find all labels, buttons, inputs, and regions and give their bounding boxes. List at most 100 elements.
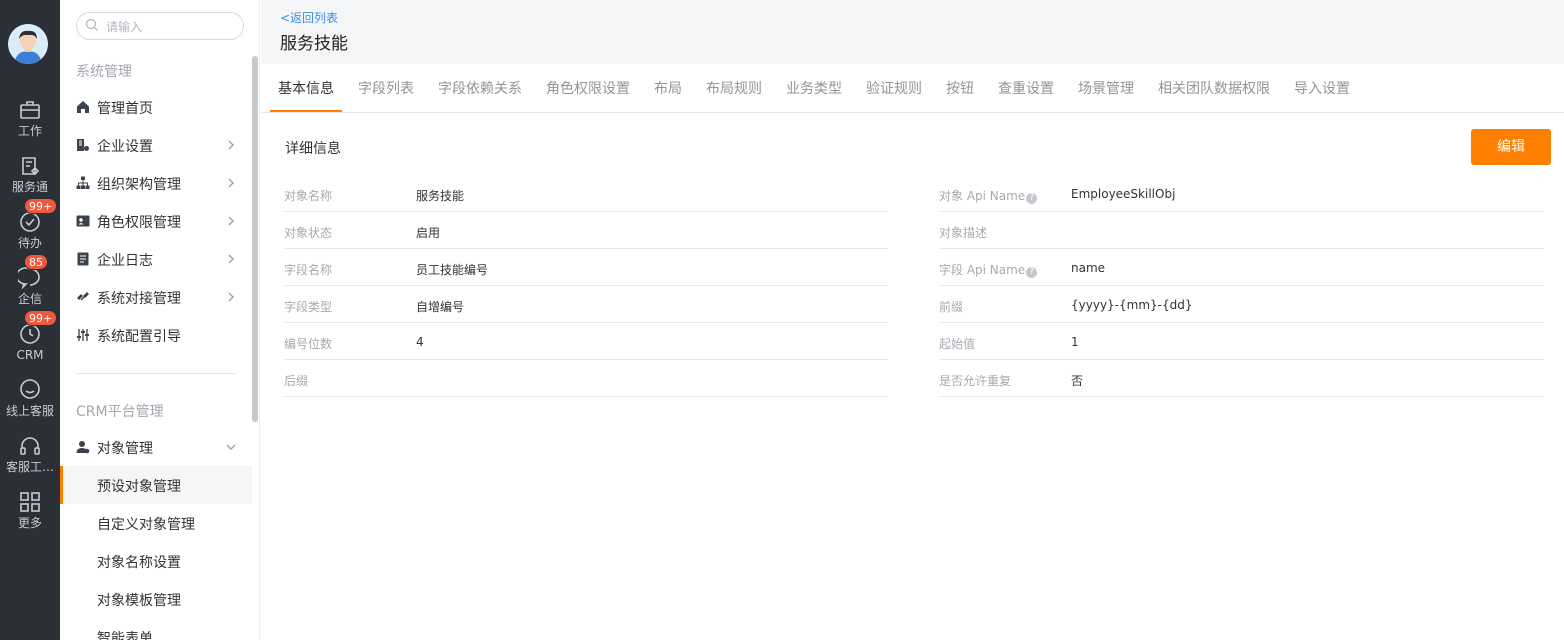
nav-item-label: 对象名称设置 [97,555,181,571]
detail-section-title: 详细信息 [285,141,341,157]
page-title: 服务技能 [280,34,348,54]
nav-item-system-integration[interactable]: 系统对接管理 [60,278,252,316]
field-label: 是否允许重复 [939,374,1012,388]
detail-row: 对象状态 启用 [284,212,888,249]
nav-item-label: 系统对接管理 [97,291,181,307]
detail-row: 对象描述 [939,212,1544,249]
detail-row: 字段 Api Name? name [939,249,1544,286]
rail-item-online-service[interactable]: 线上客服 [0,378,60,430]
rail-item-label: 客服工… [5,460,54,474]
field-label: 字段名称 [284,263,333,277]
tab-scene-management[interactable]: 场景管理 [1078,78,1134,98]
tab-buttons[interactable]: 按钮 [946,78,974,98]
admin-sidebar: 请输入 系统管理 管理首页 企业设置 组织架构管理 角色权限管理 企业日志 系统… [60,0,260,640]
nav-item-custom-objects[interactable]: 自定义对象管理 [60,504,252,542]
tab-validation-rules[interactable]: 验证规则 [866,78,922,98]
notification-badge: 99+ [24,198,58,214]
field-value: {yyyy}-{mm}-{dd} [1071,298,1193,312]
help-icon[interactable]: ? [1026,193,1038,204]
rail-item-work[interactable]: 工作 [0,98,60,150]
service-icon [22,157,40,176]
smile-chat-icon [20,379,40,399]
nav-item-object-templates[interactable]: 对象模板管理 [60,580,252,618]
sidebar-scrollbar[interactable] [252,56,258,422]
nav-item-object-name-settings[interactable]: 对象名称设置 [60,542,252,580]
detail-row: 后缀 [284,360,888,397]
nav-item-smart-forms[interactable]: 智能表单 [60,618,252,640]
home-icon [77,101,89,113]
nav-item-config-guide[interactable]: 系统配置引导 [60,316,252,354]
nav-item-admin-home[interactable]: 管理首页 [60,88,252,126]
detail-row: 字段类型 自增编号 [284,286,888,323]
nav-item-label: 系统配置引导 [97,329,181,345]
chevron-down-icon [226,444,236,450]
edit-button[interactable]: 编辑 [1471,129,1551,165]
tab-duplicate-check[interactable]: 查重设置 [998,78,1054,98]
section-title-crm-platform: CRM平台管理 [76,404,164,420]
nav-item-enterprise-log[interactable]: 企业日志 [60,240,252,278]
briefcase-icon [20,101,40,119]
headset-icon [20,437,40,455]
nav-item-label: 角色权限管理 [97,215,181,231]
nav-item-label: 对象模板管理 [97,593,181,609]
field-label: 前缀 [939,300,964,314]
user-gear-icon [76,441,90,454]
back-to-list-link[interactable]: <返回列表 [280,9,338,26]
nav-divider [76,373,236,374]
section-title-system: 系统管理 [76,64,132,80]
detail-row: 字段名称 员工技能编号 [284,249,888,286]
notification-badge: 85 [24,254,48,270]
rail-item-service-workbench[interactable]: 客服工… [0,434,60,486]
tab-basic-info[interactable]: 基本信息 [278,78,334,98]
tab-layout[interactable]: 布局 [654,78,682,98]
detail-row: 对象名称 服务技能 [284,175,888,212]
nav-item-preset-objects[interactable]: 预设对象管理 [60,466,252,504]
avatar[interactable] [8,24,48,64]
rail-item-label: 待办 [17,236,42,250]
org-chart-icon [76,176,90,189]
tab-import-settings[interactable]: 导入设置 [1294,78,1350,98]
search-placeholder: 请输入 [106,20,143,34]
search-icon [85,18,98,31]
rail-item-crm[interactable]: 99+ CRM [0,310,60,374]
tab-field-dependencies[interactable]: 字段依赖关系 [438,78,522,98]
field-label-text: 对象 Api Name [939,189,1026,203]
tab-team-data-permissions[interactable]: 相关团队数据权限 [1158,78,1270,98]
rail-item-label: 更多 [17,516,42,530]
nav-item-label: 企业设置 [97,139,153,155]
help-icon[interactable]: ? [1026,267,1038,278]
detail-row: 起始值 1 [939,323,1544,360]
notification-badge: 99+ [24,310,58,326]
field-label-text: 字段 Api Name [939,263,1026,277]
rail-item-more[interactable]: 更多 [0,490,60,542]
nav-item-label: 自定义对象管理 [97,517,195,533]
tab-business-types[interactable]: 业务类型 [786,78,842,98]
tab-bar: 基本信息 字段列表 字段依赖关系 角色权限设置 布局 布局规则 业务类型 验证规… [261,64,1564,113]
field-value: 服务技能 [416,189,465,203]
nav-group-object-management[interactable]: 对象管理 [60,428,252,466]
field-label: 字段类型 [284,300,333,314]
field-value: 否 [1071,374,1084,388]
field-value: 4 [416,335,424,349]
chevron-right-icon [228,254,234,264]
nav-item-org-structure[interactable]: 组织架构管理 [60,164,252,202]
rail-item-label: 服务通 [11,180,48,194]
nav-item-label: 组织架构管理 [97,177,181,193]
active-tab-indicator [270,110,342,112]
field-value: 启用 [416,226,441,240]
app-rail: 工作 服务通 99+ 待办 85 企信 99+ CRM 线上客服 客服工… 更多 [0,0,60,640]
document-icon [77,252,89,266]
nav-item-label: 管理首页 [97,101,153,117]
field-label: 后缀 [284,374,309,388]
field-value: EmployeeSkillObj [1071,187,1176,201]
nav-item-role-permissions[interactable]: 角色权限管理 [60,202,252,240]
tab-role-permissions[interactable]: 角色权限设置 [546,78,630,98]
search-input[interactable]: 请输入 [76,12,244,40]
field-value: 自增编号 [416,300,465,314]
field-label: 编号位数 [284,337,333,351]
chevron-right-icon [228,216,234,226]
nav-item-enterprise-settings[interactable]: 企业设置 [60,126,252,164]
tab-layout-rules[interactable]: 布局规则 [706,78,762,98]
field-label: 对象 Api Name? [939,187,1038,204]
tab-field-list[interactable]: 字段列表 [358,78,414,98]
